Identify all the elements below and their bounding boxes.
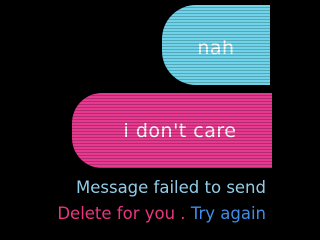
message-bubble-nah[interactable]: nah xyxy=(162,5,270,85)
try-again-button[interactable]: Try again xyxy=(191,204,266,223)
action-separator: . xyxy=(175,204,191,223)
message-text: i don't care xyxy=(123,119,237,142)
message-actions: Delete for you . Try again xyxy=(57,204,266,223)
delete-for-you-button[interactable]: Delete for you xyxy=(57,204,175,223)
failed-status: Message failed to send xyxy=(75,178,266,197)
message-text: nah xyxy=(197,37,235,59)
message-bubble-i-dont-care[interactable]: i don't care xyxy=(72,93,272,168)
